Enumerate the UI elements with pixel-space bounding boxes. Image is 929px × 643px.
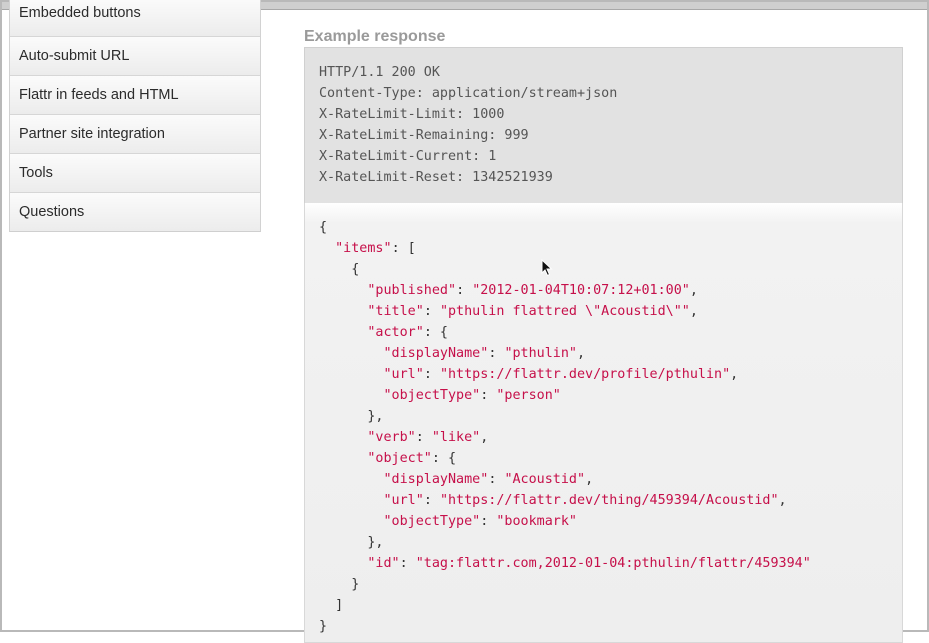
section-heading: Example response — [304, 28, 446, 45]
json-line: }, — [319, 535, 384, 550]
sidebar-item-partner-site-integration[interactable]: Partner site integration — [10, 115, 260, 154]
json-line: } — [319, 574, 902, 595]
json-line: "objectType": "person" — [383, 388, 561, 403]
json-value: "like" — [431, 430, 481, 445]
json-value: "tag:flattr.com,2012-01-04:pthulin/flatt… — [415, 556, 811, 571]
sidebar-item-auto-submit-url[interactable]: Auto-submit URL — [10, 37, 260, 76]
json-value: "pthulin" — [504, 346, 577, 361]
json-key: "title" — [367, 304, 424, 319]
json-line: "displayName": "Acoustid", — [383, 472, 594, 487]
json-value: "bookmark" — [496, 514, 577, 529]
json-value: "https://flattr.dev/thing/459394/Acousti… — [439, 493, 779, 508]
json-line: "verb": "like", — [367, 430, 489, 445]
json-line: "objectType": "bookmark" — [383, 514, 578, 529]
json-line: "displayName": "pthulin", — [383, 346, 586, 361]
json-key: "displayName" — [383, 346, 489, 361]
json-key: "objectType" — [383, 388, 481, 403]
response-headers-block: HTTP/1.1 200 OK Content-Type: applicatio… — [304, 47, 903, 204]
json-punctuation: ] — [335, 598, 344, 613]
json-key: "url" — [383, 367, 424, 382]
json-key: "actor" — [367, 325, 424, 340]
sidebar-item-embedded-buttons[interactable]: Embedded buttons — [10, 0, 260, 37]
json-key: "id" — [367, 556, 400, 571]
sidebar-item-flattr-in-feeds[interactable]: Flattr in feeds and HTML — [10, 76, 260, 115]
sidebar-item-label: Tools — [19, 165, 53, 181]
json-line: "title": "pthulin flattred \"Acoustid\""… — [367, 304, 698, 319]
json-key: "url" — [383, 493, 424, 508]
json-line: "actor": { — [367, 325, 448, 340]
json-key: "verb" — [367, 430, 416, 445]
header-line: X-RateLimit-Reset: 1342521939 — [319, 170, 553, 185]
json-line: { — [319, 259, 902, 280]
sidebar-item-label: Auto-submit URL — [19, 48, 130, 64]
json-value: "https://flattr.dev/profile/pthulin" — [439, 367, 731, 382]
response-body-block: { "items": [ { "published": "2012-01-04T… — [304, 203, 903, 643]
sidebar-item-label: Embedded buttons — [19, 5, 141, 21]
json-line: "published": "2012-01-04T10:07:12+01:00"… — [367, 283, 698, 298]
json-key: "objectType" — [383, 514, 481, 529]
sidebar-item-label: Flattr in feeds and HTML — [19, 87, 179, 103]
json-key: "published" — [367, 283, 457, 298]
sidebar-nav: Embedded buttons Auto-submit URL Flattr … — [9, 0, 261, 232]
json-line: "id": "tag:flattr.com,2012-01-04:pthulin… — [367, 556, 811, 571]
sidebar-item-tools[interactable]: Tools — [10, 154, 260, 193]
header-line: X-RateLimit-Current: 1 — [319, 149, 497, 164]
json-value: "Acoustid" — [504, 472, 586, 487]
json-line: ] — [319, 595, 902, 616]
json-value: "2012-01-04T10:07:12+01:00" — [472, 283, 690, 298]
json-line: "url": "https://flattr.dev/thing/459394/… — [383, 493, 787, 508]
header-line: HTTP/1.1 200 OK — [319, 65, 440, 80]
json-value: "pthulin flattred \"Acoustid\"" — [439, 304, 690, 319]
sidebar-item-questions[interactable]: Questions — [10, 193, 260, 231]
sidebar-item-label: Questions — [19, 204, 85, 220]
json-line: }, — [319, 409, 384, 424]
mouse-pointer-icon — [541, 259, 553, 277]
json-punctuation: { — [319, 220, 328, 235]
header-line: Content-Type: application/stream+json — [319, 86, 618, 101]
json-punctuation: { — [351, 262, 360, 277]
json-line: "items": [ — [335, 241, 416, 256]
json-key: "displayName" — [383, 472, 489, 487]
json-line: { — [319, 217, 902, 238]
header-line: X-RateLimit-Remaining: 999 — [319, 128, 529, 143]
header-line: X-RateLimit-Limit: 1000 — [319, 107, 505, 122]
json-value: "person" — [496, 388, 561, 403]
json-key: "items" — [335, 241, 392, 256]
json-line: "object": { — [367, 451, 457, 466]
json-punctuation: } — [351, 577, 360, 592]
json-key: "object" — [367, 451, 432, 466]
json-line: } — [319, 616, 902, 637]
json-line: "url": "https://flattr.dev/profile/pthul… — [383, 367, 739, 382]
sidebar-item-label: Partner site integration — [19, 126, 165, 142]
